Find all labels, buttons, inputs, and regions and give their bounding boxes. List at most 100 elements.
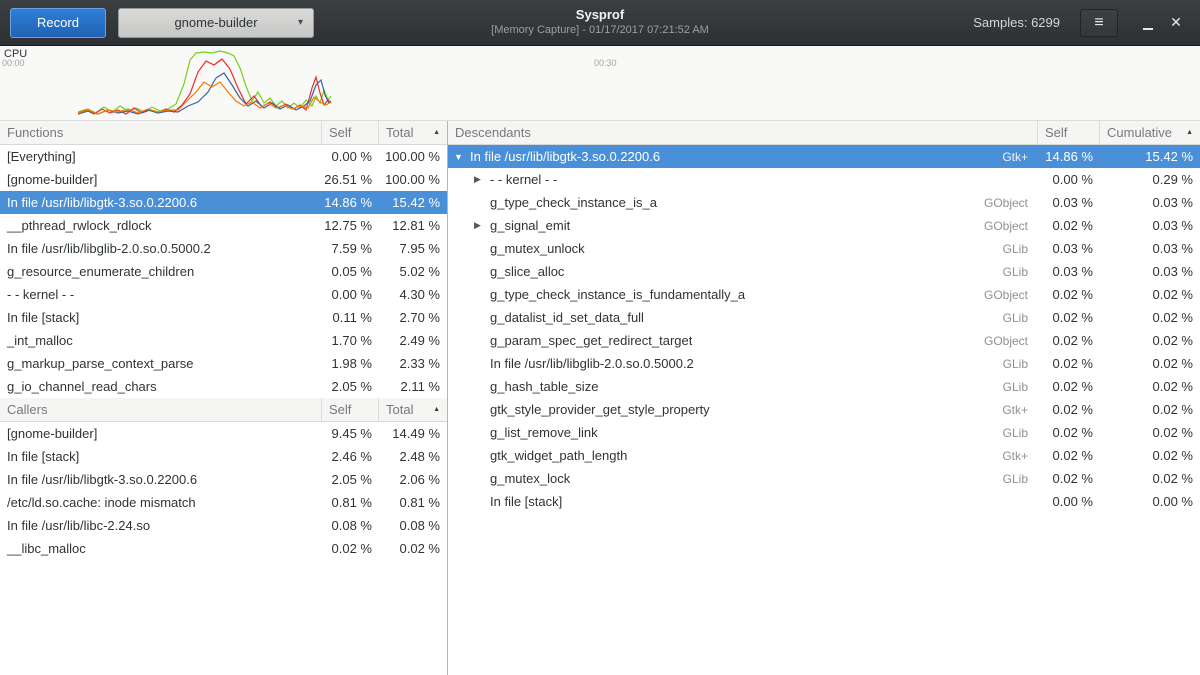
process-selector-dropdown[interactable]: gnome-builder ▾ <box>118 8 314 38</box>
expander-closed-icon[interactable]: ▶ <box>474 174 490 185</box>
row-function-name: [Everything] <box>0 145 322 168</box>
row-self-percent: 0.05 % <box>322 260 379 283</box>
tree-row[interactable]: g_mutex_lockGLib0.02 %0.02 % <box>448 467 1200 490</box>
library-badge: GObject <box>976 219 1038 233</box>
row-total-percent: 2.06 % <box>379 468 447 491</box>
total-column-header[interactable]: Total ▲ <box>379 398 447 421</box>
library-badge: GObject <box>976 288 1038 302</box>
table-row[interactable]: In file /usr/lib/libglib-2.0.so.0.5000.2… <box>0 237 447 260</box>
row-self-percent: 0.03 % <box>1038 191 1100 214</box>
table-row[interactable]: [Everything]0.00 %100.00 % <box>0 145 447 168</box>
tree-row[interactable]: ▶g_signal_emitGObject0.02 %0.03 % <box>448 214 1200 237</box>
right-pane: Descendants Self Cumulative ▲ ▼In file /… <box>448 121 1200 675</box>
column-label: Descendants <box>455 125 531 140</box>
row-function-cell: ▶- - kernel - - <box>448 168 1038 191</box>
tree-row[interactable]: g_type_check_instance_is_aGObject0.03 %0… <box>448 191 1200 214</box>
total-column-header[interactable]: Total ▲ <box>379 121 447 144</box>
row-total-percent: 2.48 % <box>379 445 447 468</box>
table-row[interactable]: - - kernel - -0.00 %4.30 % <box>0 283 447 306</box>
row-self-percent: 0.03 % <box>1038 260 1100 283</box>
table-row[interactable]: __libc_malloc0.02 %0.02 % <box>0 537 447 560</box>
row-function-cell: gtk_widget_path_lengthGtk+ <box>448 444 1038 467</box>
header-right-controls: Samples: 6299 ≡ ✕ <box>973 9 1190 37</box>
tree-row[interactable]: g_hash_table_sizeGLib0.02 %0.02 % <box>448 375 1200 398</box>
table-row[interactable]: __pthread_rwlock_rdlock12.75 %12.81 % <box>0 214 447 237</box>
function-name-label: g_mutex_lock <box>490 471 570 486</box>
table-row[interactable]: In file [stack]2.46 %2.48 % <box>0 445 447 468</box>
row-function-name: In file /usr/lib/libgtk-3.so.0.2200.6 <box>0 468 322 491</box>
record-button[interactable]: Record <box>10 8 106 38</box>
row-self-percent: 0.02 % <box>1038 421 1100 444</box>
library-badge: GLib <box>995 242 1038 256</box>
row-function-name: In file [stack] <box>0 445 322 468</box>
descendants-column-header[interactable]: Descendants <box>448 121 1038 144</box>
row-total-percent: 4.30 % <box>379 283 447 306</box>
table-row[interactable]: In file /usr/lib/libc-2.24.so0.08 %0.08 … <box>0 514 447 537</box>
tree-row[interactable]: ▼In file /usr/lib/libgtk-3.so.0.2200.6Gt… <box>448 145 1200 168</box>
function-name-label: In file /usr/lib/libgtk-3.so.0.2200.6 <box>470 149 660 164</box>
row-self-percent: 0.02 % <box>1038 375 1100 398</box>
close-button[interactable]: ✕ <box>1162 9 1190 37</box>
minimize-button[interactable] <box>1134 9 1162 37</box>
tree-row[interactable]: g_mutex_unlockGLib0.03 %0.03 % <box>448 237 1200 260</box>
tree-row[interactable]: gtk_style_provider_get_style_propertyGtk… <box>448 398 1200 421</box>
table-row[interactable]: [gnome-builder]9.45 %14.49 % <box>0 422 447 445</box>
chevron-down-icon: ▾ <box>298 17 303 28</box>
row-self-percent: 1.70 % <box>322 329 379 352</box>
self-column-header[interactable]: Self <box>1038 121 1100 144</box>
row-total-percent: 14.49 % <box>379 422 447 445</box>
table-row[interactable]: g_io_channel_read_chars2.05 %2.11 % <box>0 375 447 398</box>
process-selector-label: gnome-builder <box>174 15 257 30</box>
tree-row[interactable]: In file [stack]0.00 %0.00 % <box>448 490 1200 513</box>
row-self-percent: 2.05 % <box>322 468 379 491</box>
menu-button[interactable]: ≡ <box>1080 9 1118 37</box>
tree-row[interactable]: g_param_spec_get_redirect_targetGObject0… <box>448 329 1200 352</box>
function-name-label: gtk_style_provider_get_style_property <box>490 402 710 417</box>
table-row[interactable]: g_markup_parse_context_parse1.98 %2.33 % <box>0 352 447 375</box>
expander-closed-icon[interactable]: ▶ <box>474 220 490 231</box>
table-row[interactable]: [gnome-builder]26.51 %100.00 % <box>0 168 447 191</box>
row-function-cell: ▶g_signal_emit GObject <box>448 214 1038 237</box>
self-column-header[interactable]: Self <box>322 398 379 421</box>
function-name-label: g_signal_emit <box>490 218 570 233</box>
tree-row[interactable]: g_list_remove_linkGLib0.02 %0.02 % <box>448 421 1200 444</box>
cumulative-column-header[interactable]: Cumulative ▲ <box>1100 121 1200 144</box>
function-name-label: g_mutex_unlock <box>490 241 585 256</box>
row-function-name: g_markup_parse_context_parse <box>0 352 322 375</box>
callers-column-header[interactable]: Callers <box>0 398 322 421</box>
main-content: Functions Self Total ▲ [Everything]0.00 … <box>0 121 1200 675</box>
row-function-name: __pthread_rwlock_rdlock <box>0 214 322 237</box>
row-total-percent: 2.70 % <box>379 306 447 329</box>
row-self-percent: 0.00 % <box>322 283 379 306</box>
row-cumulative-percent: 0.02 % <box>1100 329 1200 352</box>
tree-row[interactable]: In file /usr/lib/libglib-2.0.so.0.5000.2… <box>448 352 1200 375</box>
sort-indicator-icon: ▲ <box>1186 129 1193 136</box>
self-column-header[interactable]: Self <box>322 121 379 144</box>
table-row[interactable]: In file /usr/lib/libgtk-3.so.0.2200.62.0… <box>0 468 447 491</box>
row-function-cell: ▼In file /usr/lib/libgtk-3.so.0.2200.6Gt… <box>448 145 1038 168</box>
tree-row[interactable]: gtk_widget_path_lengthGtk+0.02 %0.02 % <box>448 444 1200 467</box>
table-row[interactable]: _int_malloc1.70 %2.49 % <box>0 329 447 352</box>
tree-row[interactable]: g_datalist_id_set_data_fullGLib0.02 %0.0… <box>448 306 1200 329</box>
library-badge: GLib <box>995 311 1038 325</box>
tree-row[interactable]: g_slice_allocGLib0.03 %0.03 % <box>448 260 1200 283</box>
row-self-percent: 0.02 % <box>1038 306 1100 329</box>
table-row[interactable]: g_resource_enumerate_children0.05 %5.02 … <box>0 260 447 283</box>
row-function-cell: g_datalist_id_set_data_fullGLib <box>448 306 1038 329</box>
tree-row[interactable]: g_type_check_instance_is_fundamentally_a… <box>448 283 1200 306</box>
row-self-percent: 0.00 % <box>1038 168 1100 191</box>
table-row[interactable]: In file /usr/lib/libgtk-3.so.0.2200.614.… <box>0 191 447 214</box>
row-self-percent: 0.81 % <box>322 491 379 514</box>
column-label: Total <box>386 402 413 417</box>
row-total-percent: 0.81 % <box>379 491 447 514</box>
table-row[interactable]: In file [stack]0.11 %2.70 % <box>0 306 447 329</box>
table-row[interactable]: /etc/ld.so.cache: inode mismatch0.81 %0.… <box>0 491 447 514</box>
column-label: Total <box>386 125 413 140</box>
functions-column-header[interactable]: Functions <box>0 121 322 144</box>
tree-row[interactable]: ▶- - kernel - -0.00 %0.29 % <box>448 168 1200 191</box>
function-name-label: - - kernel - - <box>490 172 557 187</box>
function-name-label: g_slice_alloc <box>490 264 564 279</box>
expander-open-icon[interactable]: ▼ <box>454 152 470 162</box>
cpu-timeline[interactable]: CPU 00:00 00:30 <box>0 46 1200 121</box>
row-cumulative-percent: 0.03 % <box>1100 260 1200 283</box>
